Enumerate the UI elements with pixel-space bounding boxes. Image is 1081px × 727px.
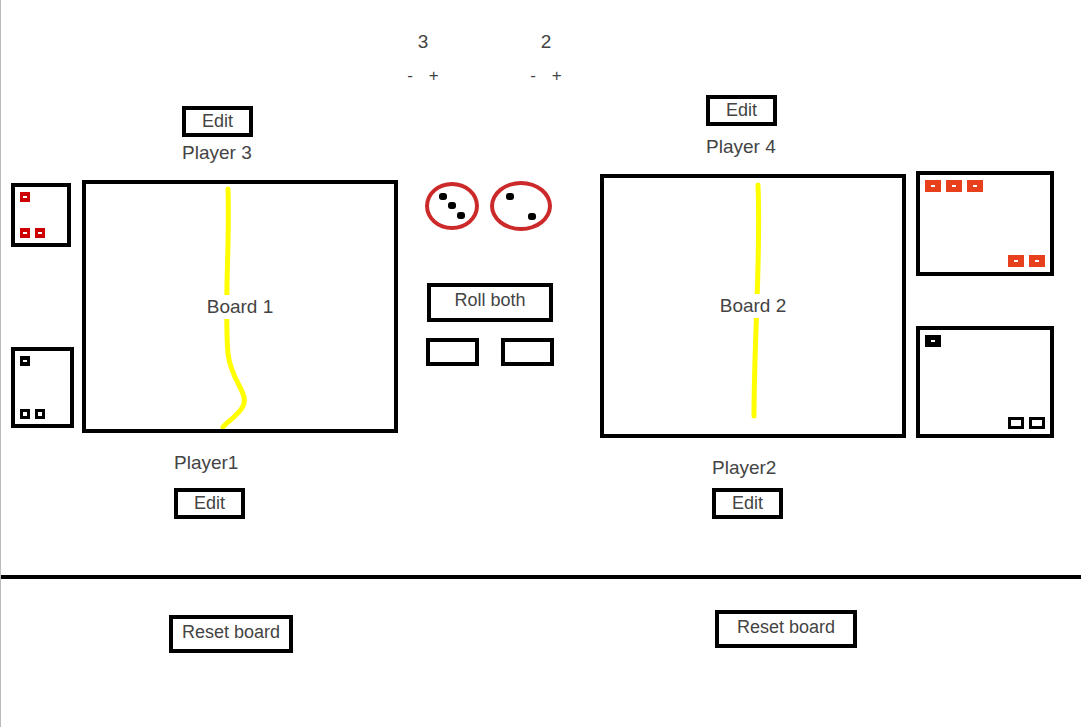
center-panel: 3-+2-+Roll both [398,0,600,366]
board-column: Edit Player 3 Board 1 Player1 Edit [82,0,398,519]
counter: 2-+ [521,30,571,86]
pip-cell [439,192,448,201]
pip-cell [504,201,515,211]
die[interactable] [490,181,552,231]
player-label: Player 3 [182,141,252,165]
pip-icon [448,202,456,209]
pip-cell [456,211,465,220]
play-area: EditPlayer 3Board 1Player1Edit3-+2-+Roll… [1,0,1081,575]
pip-cell [515,191,526,201]
counter: 3-+ [398,30,448,86]
board-group: Edit Player 4 Board 2 Player2 Edit [600,0,1054,519]
counter-controls: -+ [405,66,441,86]
piece-group [925,180,1045,192]
pip-cell [527,191,538,201]
board-group: Edit Player 3 Board 1 Player1 Edit [11,0,398,519]
top-player: Edit Player 4 [600,95,906,159]
minus-button[interactable]: - [528,66,538,86]
piece-tray[interactable] [11,183,71,247]
plus-button[interactable]: + [550,66,564,86]
pip-cell [504,211,515,221]
piece-group [20,192,62,202]
pip-cell [456,192,465,201]
edit-button[interactable]: Edit [182,106,253,137]
game-piece[interactable] [20,356,30,366]
empty-box-row [426,338,554,366]
edit-button[interactable]: Edit [706,95,777,126]
piece-tray[interactable] [11,347,74,428]
edit-button[interactable]: Edit [712,488,783,519]
plus-button[interactable]: + [427,66,441,86]
game-piece[interactable] [20,192,30,202]
game-piece[interactable] [20,228,30,238]
empty-box[interactable] [426,338,479,366]
pip-icon [506,193,514,200]
game-piece[interactable] [1029,255,1045,267]
pip-cell [448,192,457,201]
piece-group [20,228,62,238]
piece-tray[interactable] [916,171,1054,276]
pip-cell [439,201,448,210]
game-piece[interactable] [1008,417,1024,429]
counter-value: 2 [541,30,552,54]
piece-group [925,335,1045,347]
pip-cell [456,201,465,210]
piece-group [20,356,65,366]
minus-button[interactable]: - [405,66,415,86]
board-title: Board 2 [718,294,789,318]
divider [1,575,1081,579]
board-title: Board 1 [205,295,276,319]
pip-cell [448,201,457,210]
pip-cell [504,191,515,201]
pip-icon [528,213,536,220]
counter-controls: -+ [528,66,564,86]
game-piece[interactable] [967,180,983,192]
game-piece[interactable] [1029,417,1045,429]
game-piece[interactable] [946,180,962,192]
tray-column [916,0,1054,438]
roll-button[interactable]: Roll both [427,283,553,322]
bottom-player: Player1 Edit [82,433,398,519]
player-label: Player2 [712,456,776,480]
game-piece[interactable] [925,180,941,192]
top-player: Edit Player 3 [82,106,398,165]
board-column: Edit Player 4 Board 2 Player2 Edit [600,0,906,519]
counter-value: 3 [418,30,429,54]
reset-button[interactable]: Reset board [715,610,857,648]
pip-cell [515,201,526,211]
edit-button[interactable]: Edit [174,488,245,519]
pip-icon [457,212,465,219]
dice-row [398,181,552,231]
empty-box[interactable] [501,338,554,366]
pip-cell [527,201,538,211]
game-piece[interactable] [1008,255,1024,267]
player-label: Player 4 [706,135,776,159]
pip-cell [515,211,526,221]
pip-cell [527,211,538,221]
piece-group [925,417,1045,429]
pip-cell [439,211,448,220]
page: EditPlayer 3Board 1Player1Edit3-+2-+Roll… [0,0,1081,727]
pip-icon [439,193,447,200]
game-piece[interactable] [35,409,45,419]
game-piece[interactable] [925,335,941,347]
pip-cell [448,211,457,220]
die[interactable] [425,182,479,230]
reset-area: Reset board Reset board [1,579,1081,653]
player-label: Player1 [174,451,238,475]
piece-group [20,409,65,419]
bottom-player: Player2 Edit [600,438,906,519]
tray-column [11,0,71,428]
reset-button[interactable]: Reset board [169,615,293,653]
piece-tray[interactable] [916,326,1054,438]
game-piece[interactable] [20,409,30,419]
game-piece[interactable] [35,228,45,238]
game-board[interactable]: Board 2 [600,174,906,438]
game-board[interactable]: Board 1 [82,180,398,433]
piece-group [925,255,1045,267]
counter-row: 3-+2-+ [398,30,571,86]
